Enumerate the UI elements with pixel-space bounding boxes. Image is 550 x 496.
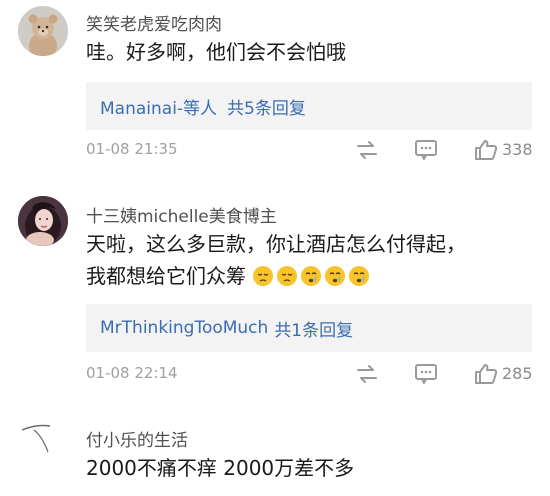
avatar[interactable] (18, 196, 68, 246)
forward-icon[interactable] (354, 138, 380, 162)
thumbs-up-icon[interactable] (473, 138, 499, 162)
reply-names-link[interactable]: Manainai-等人 (100, 94, 217, 119)
sketch-avatar-icon (21, 424, 51, 453)
like-count: 338 (502, 140, 533, 159)
comment-icon[interactable] (413, 138, 439, 162)
pensive-face-icon (253, 266, 274, 286)
comment-text: 天啦，这么多巨款，你让酒店怎么付得起， 我都想给它们众筹 (86, 228, 466, 292)
like-count: 285 (502, 364, 533, 383)
username[interactable]: 笑笑老虎爱吃肉肉 (86, 10, 222, 35)
reply-names-link[interactable]: MrThinkingTooMuch (100, 318, 268, 338)
username[interactable]: 付小乐的生活 (86, 426, 188, 451)
crying-face-icon (301, 266, 322, 286)
crying-face-icon (325, 266, 346, 286)
teddy-bear-avatar-icon (18, 6, 68, 56)
reply-count-link[interactable]: 共5条回复 (227, 94, 306, 119)
comment-text-line: 我都想给它们众筹 (86, 260, 466, 292)
comment-text: 哇。好多啊，他们会不会怕哦 (86, 40, 346, 64)
comment-meta: 01-08 21:35 338 (86, 138, 533, 162)
avatar[interactable] (18, 6, 68, 56)
thumbs-up-icon[interactable] (473, 362, 499, 386)
avatar[interactable] (18, 418, 68, 468)
comment-text-line: 天啦，这么多巨款，你让酒店怎么付得起， (86, 232, 466, 256)
comment-text: 2000不痛不痒 2000万差不多 (86, 456, 355, 480)
crying-face-icon (349, 266, 370, 286)
reply-summary[interactable]: MrThinkingTooMuch 共1条回复 (86, 304, 532, 352)
forward-icon[interactable] (354, 362, 380, 386)
username[interactable]: 十三姨michelle美食博主 (86, 202, 277, 227)
comment-meta: 01-08 22:14 285 (86, 362, 533, 386)
comment-icon[interactable] (413, 362, 439, 386)
reply-count-link[interactable]: 共1条回复 (274, 316, 353, 341)
timestamp: 01-08 22:14 (86, 364, 178, 382)
pensive-face-icon (277, 266, 298, 286)
woman-photo-avatar-icon (18, 196, 68, 246)
reply-summary[interactable]: Manainai-等人 共5条回复 (86, 82, 532, 130)
timestamp: 01-08 21:35 (86, 140, 178, 158)
